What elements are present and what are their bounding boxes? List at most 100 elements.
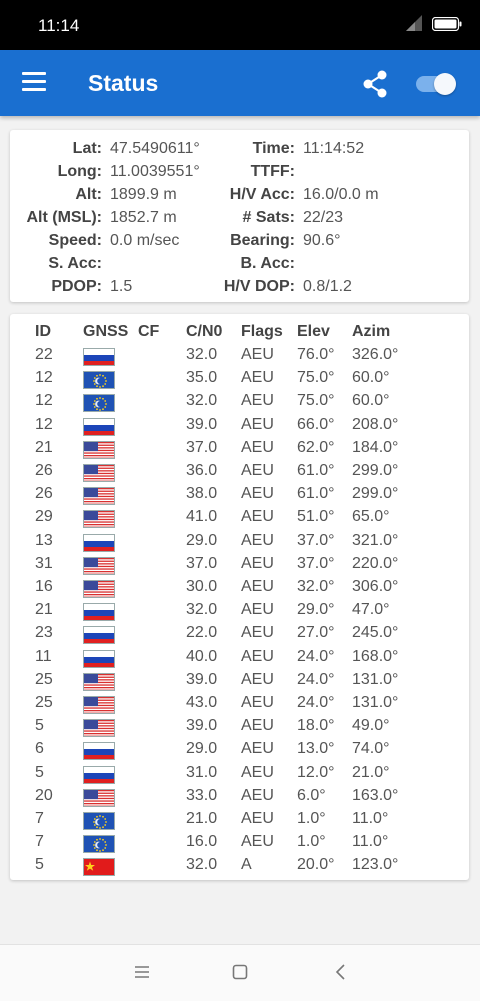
sat-cn0: 39.0 (186, 717, 218, 735)
sat-id: 21 (35, 438, 53, 456)
sat-azim: 299.0° (352, 462, 399, 479)
sat-cn0: 36.0 (186, 462, 218, 479)
sat-azim: 208.0° (352, 415, 399, 433)
sat-cn0: 16.0 (186, 833, 218, 851)
sat-id: 29 (35, 508, 53, 526)
sat-elev: 6.0° (297, 786, 326, 804)
sat-cn0: 37.0 (186, 438, 218, 456)
share-icon[interactable] (360, 69, 390, 99)
sat-cn0: 39.0 (186, 415, 218, 433)
table-row: 7 16.0 AEU 1.0° 11.0° (10, 833, 469, 856)
table-row: 12 35.0 AEU 75.0° 60.0° (10, 369, 469, 392)
sat-cn0: 32.0 (186, 856, 218, 874)
sat-azim: 65.0° (352, 508, 390, 526)
status-bar: 11:14 (0, 0, 480, 50)
sat-id: 16 (35, 578, 53, 595)
russia-flag-icon (83, 626, 115, 645)
sat-id: 7 (35, 833, 44, 851)
sat-id: 20 (35, 786, 53, 804)
table-row: 13 29.0 AEU 37.0° 321.0° (10, 532, 469, 555)
sat-elev: 24.0° (297, 647, 335, 665)
table-row: 5 32.0 A 20.0° 123.0° (10, 856, 469, 879)
sat-cn0: 41.0 (186, 508, 218, 526)
sat-azim: 168.0° (352, 647, 399, 665)
sat-azim: 49.0° (352, 717, 390, 735)
home-icon[interactable] (231, 963, 249, 981)
table-row: 20 33.0 AEU 6.0° 163.0° (10, 787, 469, 810)
table-row: 25 43.0 AEU 24.0° 131.0° (10, 694, 469, 717)
sat-azim: 326.0° (352, 346, 399, 363)
sat-azim: 245.0° (352, 624, 399, 642)
sat-flags: AEU (241, 694, 274, 711)
usa-flag-icon (83, 788, 115, 807)
speed-row: Speed: 0.0 m/sec (10, 232, 180, 250)
sat-cn0: 21.0 (186, 810, 218, 827)
sat-azim: 321.0° (352, 531, 399, 549)
table-row: 11 40.0 AEU 24.0° 168.0° (10, 648, 469, 671)
speed-acc-row: S. Acc: (10, 255, 110, 273)
alt-msl-row: Alt (MSL): 1852.7 m (10, 209, 177, 227)
bearing-label: Bearing: (230, 232, 295, 249)
russia-flag-icon (83, 417, 115, 436)
sat-cn0: 38.0 (186, 485, 218, 503)
hamburger-icon[interactable] (22, 72, 48, 94)
sat-cn0: 35.0 (186, 369, 218, 387)
sat-id: 22 (35, 346, 53, 363)
sat-elev: 24.0° (297, 694, 335, 711)
usa-flag-icon (83, 487, 115, 506)
table-header: ID GNSS CF C/N0 Flags Elev Azim (10, 323, 469, 345)
sat-flags: AEU (241, 531, 274, 549)
sat-flags: AEU (241, 833, 274, 851)
usa-flag-icon (83, 440, 115, 459)
table-row: 16 30.0 AEU 32.0° 306.0° (10, 578, 469, 601)
recents-icon[interactable] (133, 963, 151, 981)
sat-elev: 1.0° (297, 810, 326, 827)
hv-acc-value: 16.0/0.0 m (303, 186, 379, 203)
table-row: 25 39.0 AEU 24.0° 131.0° (10, 671, 469, 694)
sat-elev: 76.0° (297, 346, 335, 363)
sat-flags: AEU (241, 647, 274, 665)
tracking-toggle[interactable] (416, 73, 456, 95)
hv-dop-label: H/V DOP: (223, 278, 295, 295)
header-azim: Azim (352, 323, 391, 340)
sat-id: 26 (35, 485, 53, 503)
sat-azim: 11.0° (352, 810, 389, 827)
sats-label: # Sats: (242, 209, 295, 226)
usa-flag-icon (83, 672, 115, 691)
bearing-value: 90.6° (303, 232, 341, 249)
app-bar: Status (0, 50, 480, 116)
pdop-label: PDOP: (51, 278, 102, 295)
long-label: Long: (57, 163, 102, 180)
system-nav-bar (0, 944, 480, 1001)
sat-id: 5 (35, 717, 44, 735)
russia-flag-icon (83, 742, 115, 761)
table-row: 5 39.0 AEU 18.0° 49.0° (10, 717, 469, 740)
alt-msl-value: 1852.7 m (110, 209, 177, 226)
sat-cn0: 32.0 (186, 601, 218, 619)
sat-azim: 299.0° (352, 485, 399, 503)
position-summary-card: Lat: 47.5490611° Long: 11.0039551° Alt: 189… (10, 130, 469, 302)
china-flag-icon (83, 858, 115, 877)
sat-flags: AEU (241, 462, 274, 479)
sat-flags: AEU (241, 369, 274, 387)
sat-elev: 61.0° (297, 462, 335, 479)
status-bar-time: 11:14 (38, 16, 80, 35)
sat-azim: 184.0° (352, 438, 399, 456)
lat-label: Lat: (72, 140, 102, 157)
long-row: Long: 11.0039551° (10, 163, 200, 181)
ttff-row: TTFF: (185, 163, 303, 181)
table-row: 26 36.0 AEU 61.0° 299.0° (10, 462, 469, 485)
time-row: Time: 11:14:52 (185, 140, 364, 158)
table-row: 12 32.0 AEU 75.0° 60.0° (10, 392, 469, 415)
usa-flag-icon (83, 510, 115, 529)
sat-flags: AEU (241, 740, 274, 758)
sat-cn0: 31.0 (186, 763, 218, 781)
back-icon[interactable] (332, 963, 350, 981)
sat-flags: AEU (241, 346, 274, 363)
usa-flag-icon (83, 580, 115, 598)
russia-flag-icon (83, 649, 115, 668)
page-title: Status (88, 70, 159, 96)
eu-flag-icon (83, 835, 115, 854)
speed-acc-label: S. Acc: (48, 255, 102, 272)
sat-elev: 61.0° (297, 485, 335, 503)
